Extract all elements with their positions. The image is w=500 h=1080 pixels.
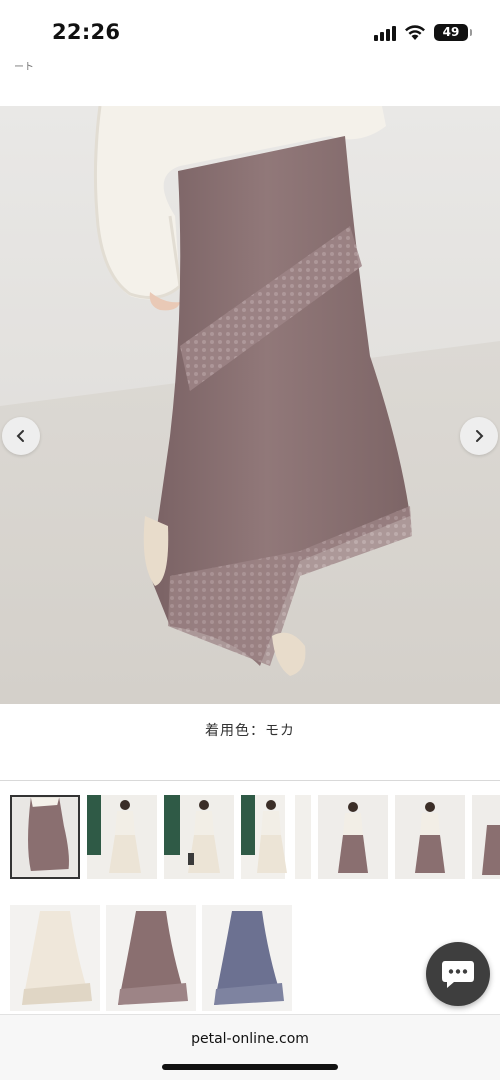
thumbnail-3[interactable] — [164, 795, 234, 879]
swatch-mocha[interactable] — [106, 905, 196, 1011]
chat-button[interactable] — [426, 942, 490, 1006]
carousel-next-button[interactable] — [460, 417, 498, 455]
thumbnail-strip[interactable] — [10, 795, 500, 881]
swatch-navy[interactable] — [202, 905, 292, 1011]
wifi-icon — [404, 24, 426, 41]
breadcrumb[interactable]: ート — [14, 58, 34, 73]
chevron-left-icon — [16, 430, 24, 442]
thumbnail-4[interactable] — [241, 795, 311, 879]
status-bar: 22:26 49 — [0, 0, 500, 60]
color-caption: 着用色：モカ — [205, 723, 295, 739]
skirt-photo — [0, 106, 500, 704]
status-icons: 49 — [374, 24, 472, 41]
divider — [0, 780, 500, 781]
home-indicator[interactable] — [162, 1064, 338, 1070]
swatch-ivory[interactable] — [10, 905, 100, 1011]
battery-icon: 49 — [434, 24, 472, 41]
product-main-image[interactable] — [0, 106, 500, 704]
browser-address-bar[interactable]: petal-online.com — [0, 1014, 500, 1080]
thumbnail-6[interactable] — [395, 795, 465, 879]
url-text[interactable]: petal-online.com — [0, 1031, 500, 1047]
thumbnail-7[interactable] — [472, 795, 500, 879]
chat-bubble-icon — [442, 961, 474, 988]
thumbnail-5[interactable] — [318, 795, 388, 879]
thumbnail-1[interactable] — [10, 795, 80, 879]
color-swatch-row[interactable] — [10, 905, 292, 1011]
carousel-prev-button[interactable] — [2, 417, 40, 455]
status-time: 22:26 — [52, 20, 121, 44]
signal-icon — [374, 25, 396, 41]
chevron-right-icon — [476, 430, 484, 442]
thumbnail-2[interactable] — [87, 795, 157, 879]
